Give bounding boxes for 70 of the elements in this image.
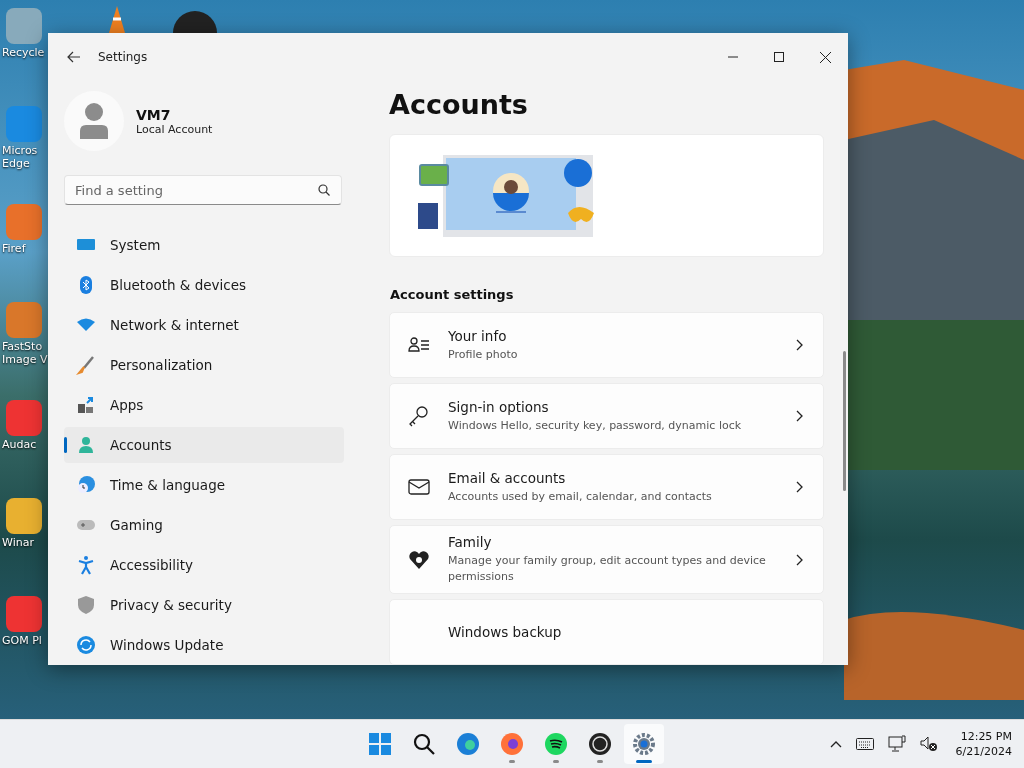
apps-icon [76,395,96,415]
browser-icon [456,732,480,756]
card-title: Windows backup [448,624,563,640]
browser-icon [500,732,524,756]
shield-icon [76,595,96,615]
settings-card[interactable]: Email & accounts Accounts used by email, calendar, and contacts [389,454,824,520]
chevron-right-icon [796,553,803,566]
card-title: Your info [448,327,508,344]
desktop-icon-label: GOM Pl [2,634,43,647]
gear-icon [632,732,656,756]
card-title: Sign-in options [448,398,550,415]
chevron-right-icon [796,410,803,422]
search-field[interactable]: Find a setting [64,175,342,205]
page-title: Accounts [389,89,529,120]
keyboard-icon[interactable] [855,738,874,750]
desktop-icon-label: Audac [2,438,38,451]
windows-logo-icon [368,732,392,756]
account-type: Local Account [136,122,213,136]
paintbrush-icon [76,355,96,375]
sidebar-item[interactable]: Accounts [64,427,344,463]
scrollbar-thumb[interactable] [843,351,846,491]
window-title: Settings [98,50,148,64]
minimize-icon [728,56,738,58]
person-icon [76,435,96,455]
chevron-right-icon [796,339,803,351]
globe-clock-icon [76,475,96,495]
profile-name: VM7 [136,106,172,123]
card-subtitle: Manage your family group, edit account types and device permissions [448,553,767,585]
sync-icon [76,635,96,655]
settings-card[interactable]: Sign-in options Windows Hello, security key, password, dynamic lock [389,383,824,449]
clock[interactable]: 12:25 PM 6/21/2024 [955,729,1012,759]
section-heading: Account settings [390,287,515,302]
sidebar-item[interactable]: Personalization [64,347,344,383]
sidebar-item[interactable]: Gaming [64,507,344,543]
speaker-muted-icon[interactable] [919,736,938,752]
card-title: Email & accounts [448,469,567,486]
sidebar-item[interactable]: Bluetooth & devices [64,267,344,303]
close-icon [819,51,831,63]
heart-icon [408,548,430,571]
desktop-icon-label: Winar [2,536,35,549]
settings-card[interactable]: Windows backup [389,599,824,665]
desktop-icon-label: Recycle [2,46,46,59]
network-monitor-icon[interactable] [887,735,906,753]
settings-card[interactable]: Your info Profile photo [389,312,824,378]
search-icon [318,184,330,196]
chevron-right-icon [796,481,803,493]
desktop-icon-label: Firef [2,242,27,255]
sidebar-item[interactable]: Privacy & security [64,587,344,623]
accessibility-icon [76,555,96,575]
card-subtitle: Accounts used by email, calendar, and contacts [448,488,713,505]
sidebar-item[interactable]: Time & language [64,467,344,503]
settings-card[interactable]: Family Manage your family group, edit account types and device permissions [389,525,824,594]
card-subtitle: Profile photo [448,346,519,363]
traffic-cone-icon[interactable] [106,6,128,33]
desktop-icon-label: Micros Edge [2,144,39,170]
sidebar-item[interactable]: System [64,227,344,263]
sidebar-item[interactable]: Network & internet [64,307,344,343]
card-subtitle: Windows Hello, security key, password, dynamic lock [448,417,743,434]
envelope-icon [408,476,430,498]
music-app-icon [544,732,568,756]
desktop-icon-label: FastSto Image V [2,340,48,366]
card-title: Family [448,534,493,550]
chevron-up-icon[interactable] [829,740,842,748]
sidebar-item[interactable]: Apps [64,387,344,423]
back-arrow-icon [67,51,81,63]
sidebar-item[interactable]: Windows Update [64,627,344,663]
key-icon [408,405,430,427]
search-icon [412,732,436,756]
sidebar-item[interactable]: Accessibility [64,547,344,583]
maximize-icon [774,52,784,62]
